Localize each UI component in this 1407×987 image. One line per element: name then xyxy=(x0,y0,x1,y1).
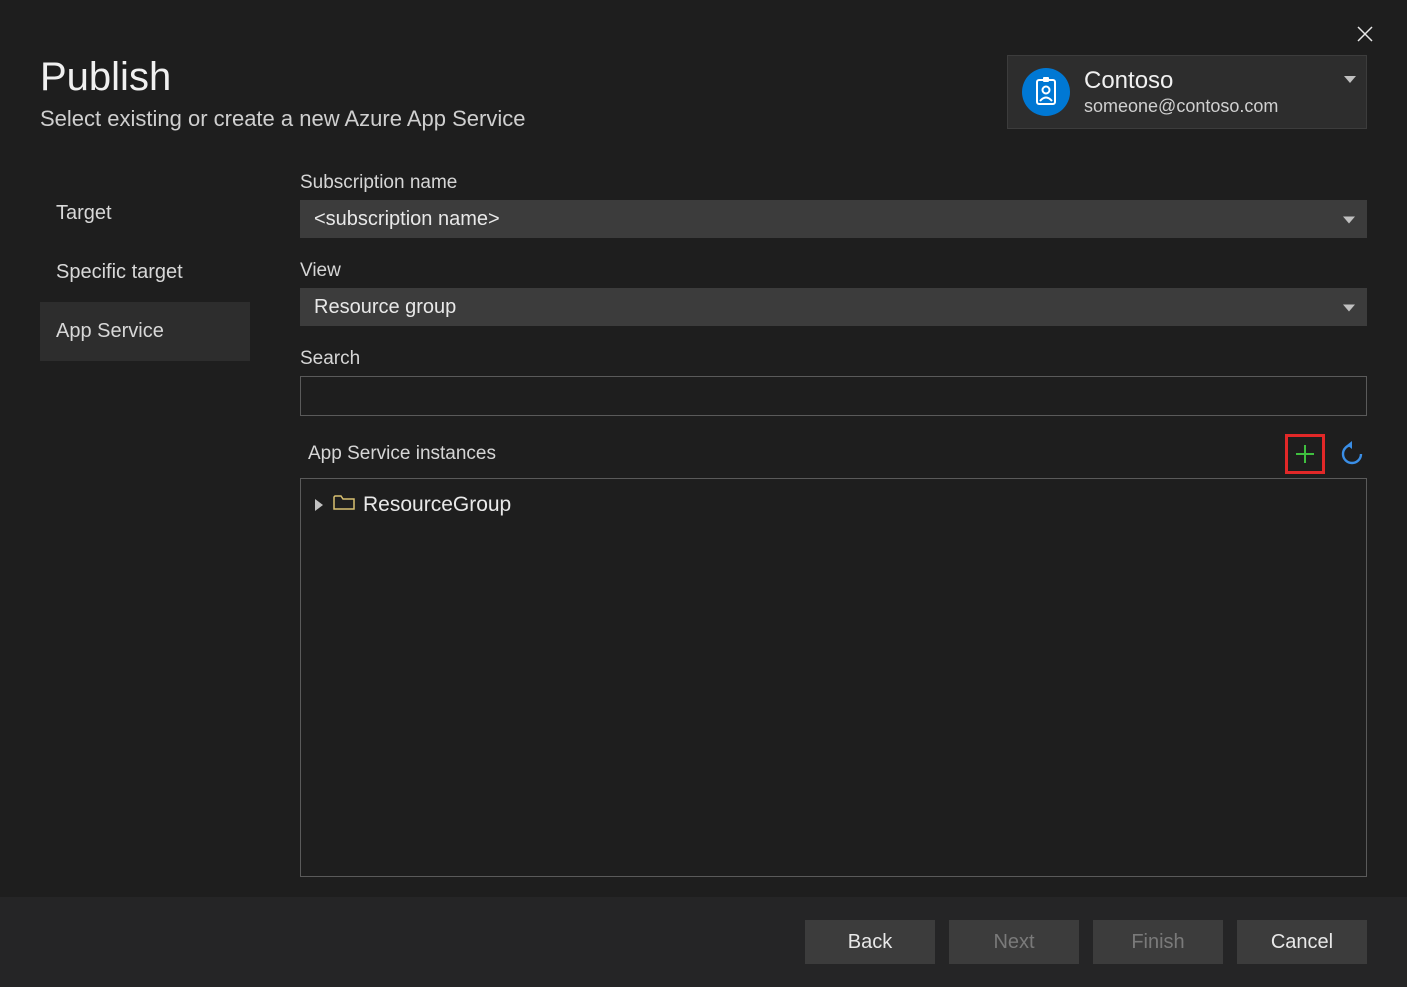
chevron-right-icon xyxy=(315,499,325,511)
plus-icon xyxy=(1293,442,1317,466)
account-caret xyxy=(1344,68,1356,90)
instances-label: App Service instances xyxy=(300,443,496,465)
sidebar-item-app-service[interactable]: App Service xyxy=(40,302,250,361)
view-dropdown[interactable]: Resource group xyxy=(300,288,1367,326)
subscription-caret xyxy=(1343,208,1355,231)
dialog-header: Publish Select existing or create a new … xyxy=(0,0,1407,132)
account-text: Contoso someone@contoso.com xyxy=(1084,67,1278,117)
folder-icon xyxy=(333,493,355,517)
search-input[interactable] xyxy=(300,376,1367,416)
subscription-value: <subscription name> xyxy=(314,208,500,231)
instances-actions xyxy=(1285,434,1367,474)
tree-item-resource-group[interactable]: ResourceGroup xyxy=(311,489,1356,521)
account-picker[interactable]: Contoso someone@contoso.com xyxy=(1007,55,1367,129)
refresh-icon xyxy=(1339,441,1365,467)
subscription-dropdown[interactable]: <subscription name> xyxy=(300,200,1367,238)
avatar-icon xyxy=(1032,77,1060,107)
dialog-body: Target Specific target App Service Subsc… xyxy=(0,132,1407,897)
back-button[interactable]: Back xyxy=(805,920,935,964)
main-panel: Subscription name <subscription name> Vi… xyxy=(250,172,1367,877)
subscription-label: Subscription name xyxy=(300,172,1367,194)
add-instance-button[interactable] xyxy=(1290,439,1320,469)
search-label: Search xyxy=(300,348,1367,370)
publish-dialog: Publish Select existing or create a new … xyxy=(0,0,1407,987)
cancel-button[interactable]: Cancel xyxy=(1237,920,1367,964)
refresh-button[interactable] xyxy=(1337,439,1367,469)
instances-header: App Service instances xyxy=(300,434,1367,474)
dialog-footer: Back Next Finish Cancel xyxy=(0,897,1407,987)
add-button-highlight xyxy=(1285,434,1325,474)
view-label: View xyxy=(300,260,1367,282)
chevron-down-icon xyxy=(1343,217,1355,225)
wizard-sidebar: Target Specific target App Service xyxy=(40,172,250,877)
instances-tree[interactable]: ResourceGroup xyxy=(300,478,1367,877)
view-value: Resource group xyxy=(314,296,456,319)
finish-button[interactable]: Finish xyxy=(1093,920,1223,964)
tree-item-label: ResourceGroup xyxy=(363,493,511,517)
next-button[interactable]: Next xyxy=(949,920,1079,964)
sidebar-item-target[interactable]: Target xyxy=(40,184,250,243)
chevron-down-icon xyxy=(1343,305,1355,313)
view-caret xyxy=(1343,296,1355,319)
chevron-down-icon xyxy=(1344,76,1356,84)
account-name: Contoso xyxy=(1084,67,1278,96)
account-avatar xyxy=(1022,68,1070,116)
tree-expander[interactable] xyxy=(315,493,325,517)
account-email: someone@contoso.com xyxy=(1084,96,1278,118)
sidebar-item-specific-target[interactable]: Specific target xyxy=(40,243,250,302)
